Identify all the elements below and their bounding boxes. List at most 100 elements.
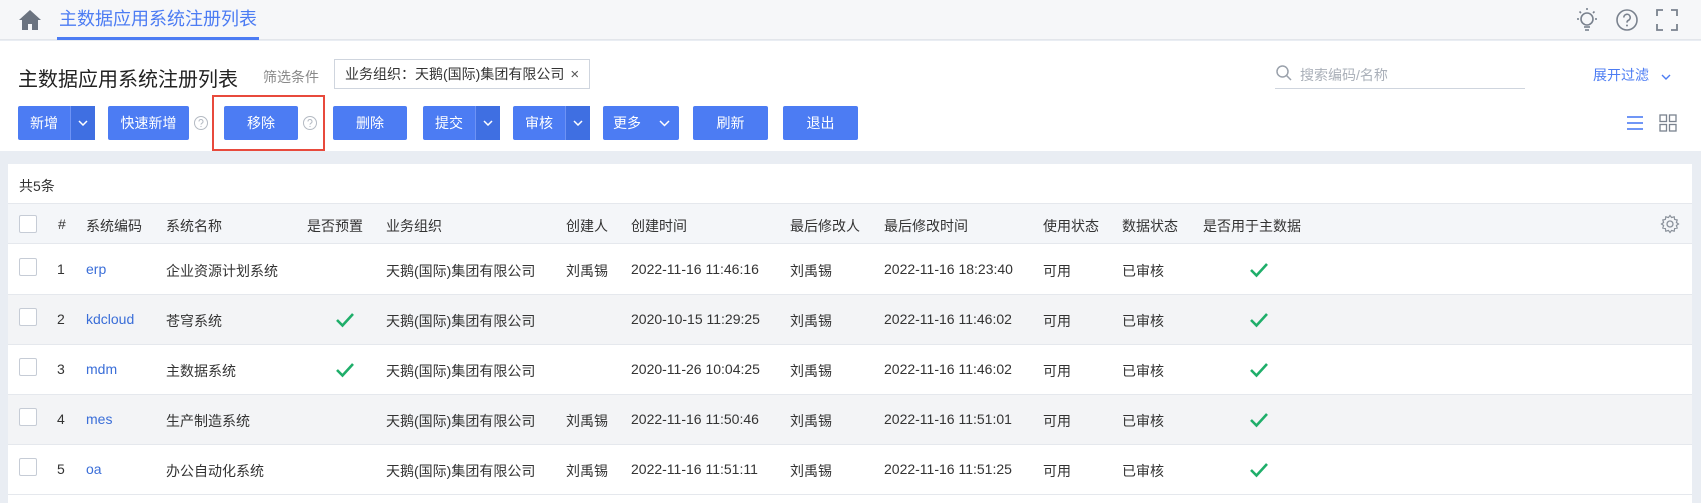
tab-system-registration[interactable]: 主数据应用系统注册列表 <box>57 0 259 40</box>
table-row[interactable]: 1 erp 企业资源计划系统 天鹅(国际)集团有限公司 刘禹锡 2022-11-16 11… <box>8 245 1692 295</box>
record-count: 共5条 <box>19 178 55 194</box>
expand-filter-label: 展开过滤 <box>1593 67 1649 83</box>
cell-created: 2020-10-15 11:29:25 <box>631 311 760 327</box>
chevron-down-icon[interactable] <box>70 106 95 140</box>
table-row[interactable]: 2 kdcloud 苍穹系统 天鹅(国际)集团有限公司 2020-10-15 11:29… <box>8 295 1692 345</box>
cell-modified: 2022-11-16 11:51:25 <box>884 461 1012 477</box>
help-icon[interactable] <box>1614 7 1640 33</box>
home-icon[interactable] <box>17 8 43 32</box>
cell-modifier: 刘禹锡 <box>790 313 832 329</box>
table-row[interactable]: 4 mes 生产制造系统 天鹅(国际)集团有限公司 刘禹锡 2022-11-16 11:5… <box>8 395 1692 445</box>
help-icon[interactable] <box>302 115 318 131</box>
row-checkbox[interactable] <box>19 358 37 376</box>
row-checkbox[interactable] <box>19 258 37 276</box>
gear-icon[interactable] <box>1660 214 1680 234</box>
filter-chip-text: 业务组织：天鹅(国际)集团有限公司 <box>345 66 565 82</box>
cell-code[interactable]: erp <box>86 261 106 277</box>
table-row[interactable]: 3 mdm 主数据系统 天鹅(国际)集团有限公司 2020-11-26 10:04:25… <box>8 345 1692 395</box>
quick-add-button[interactable]: 快速新增 <box>108 106 189 140</box>
cell-index: 4 <box>57 411 65 427</box>
table-header: # 系统编码 系统名称 是否预置 业务组织 创建人 创建时间 最后修改人 最后修… <box>8 203 1692 244</box>
header-preset[interactable]: 是否预置 <box>307 216 363 236</box>
cell-code[interactable]: mdm <box>86 361 117 377</box>
more-button-label: 更多 <box>613 115 641 131</box>
cell-modified: 2022-11-16 11:46:02 <box>884 311 1012 327</box>
row-checkbox[interactable] <box>19 408 37 426</box>
cell-code[interactable]: oa <box>86 461 102 477</box>
header-modified[interactable]: 最后修改时间 <box>884 216 968 236</box>
table-panel: 共5条 # 系统编码 系统名称 是否预置 业务组织 创建人 创建时间 最后修改人… <box>8 164 1692 503</box>
cell-data-status: 已审核 <box>1122 463 1164 479</box>
cell-use-status: 可用 <box>1043 463 1071 479</box>
exit-button[interactable]: 退出 <box>783 106 858 140</box>
cell-modified: 2022-11-16 18:23:40 <box>884 261 1013 277</box>
submit-button-label: 提交 <box>435 115 463 131</box>
chevron-down-icon[interactable] <box>475 106 500 140</box>
cell-modifier: 刘禹锡 <box>790 413 832 429</box>
header-for-master[interactable]: 是否用于主数据 <box>1203 216 1301 236</box>
cell-modifier: 刘禹锡 <box>790 363 832 379</box>
more-button[interactable]: 更多 <box>603 106 679 140</box>
cell-name: 生产制造系统 <box>166 413 250 429</box>
cell-name: 主数据系统 <box>166 363 236 379</box>
check-icon <box>1250 463 1268 478</box>
help-icon[interactable] <box>193 115 209 131</box>
cell-org: 天鹅(国际)集团有限公司 <box>386 463 536 479</box>
row-checkbox[interactable] <box>19 458 37 476</box>
grid-view-icon[interactable] <box>1658 113 1678 133</box>
header-use-status[interactable]: 使用状态 <box>1043 216 1099 236</box>
search-input[interactable]: 搜索编码/名称 <box>1275 59 1525 89</box>
cell-name: 苍穹系统 <box>166 313 222 329</box>
cell-data-status: 已审核 <box>1122 313 1164 329</box>
cell-index: 5 <box>57 461 65 477</box>
cell-code[interactable]: kdcloud <box>86 311 134 327</box>
header-name[interactable]: 系统名称 <box>166 216 222 236</box>
header-org[interactable]: 业务组织 <box>386 216 442 236</box>
chevron-down-icon <box>1661 74 1671 80</box>
add-button[interactable]: 新增 <box>18 106 95 140</box>
audit-button-label: 审核 <box>525 115 553 131</box>
delete-button[interactable]: 删除 <box>333 106 407 140</box>
refresh-button[interactable]: 刷新 <box>693 106 768 140</box>
cell-created: 2022-11-16 11:51:11 <box>631 461 758 477</box>
list-view-icon[interactable] <box>1625 113 1645 133</box>
cell-name: 企业资源计划系统 <box>166 263 278 279</box>
lightbulb-icon[interactable] <box>1574 7 1600 33</box>
cell-data-status: 已审核 <box>1122 263 1164 279</box>
check-icon <box>336 363 354 378</box>
cell-code[interactable]: mes <box>86 411 112 427</box>
row-checkbox[interactable] <box>19 308 37 326</box>
close-icon[interactable]: × <box>570 66 579 83</box>
submit-button[interactable]: 提交 <box>423 106 500 140</box>
cell-use-status: 可用 <box>1043 363 1071 379</box>
filter-chip[interactable]: 业务组织：天鹅(国际)集团有限公司 × <box>334 59 591 89</box>
chevron-down-icon[interactable] <box>565 106 590 140</box>
check-icon <box>1250 313 1268 328</box>
check-icon <box>1250 263 1268 278</box>
cell-created: 2022-11-16 11:46:16 <box>631 261 759 277</box>
header-code[interactable]: 系统编码 <box>86 216 142 236</box>
cell-org: 天鹅(国际)集团有限公司 <box>386 413 536 429</box>
cell-index: 3 <box>57 361 65 377</box>
top-tab-bar: 主数据应用系统注册列表 <box>0 0 1701 40</box>
header-modifier[interactable]: 最后修改人 <box>790 216 860 236</box>
cell-created: 2020-11-26 10:04:25 <box>631 361 760 377</box>
search-placeholder: 搜索编码/名称 <box>1300 67 1388 83</box>
expand-filter-button[interactable]: 展开过滤 <box>1593 65 1671 85</box>
page-title: 主数据应用系统注册列表 <box>18 69 238 91</box>
table-row[interactable]: 5 oa 办公自动化系统 天鹅(国际)集团有限公司 刘禹锡 2022-11-16 11:5… <box>8 445 1692 495</box>
cell-modifier: 刘禹锡 <box>790 463 832 479</box>
cell-use-status: 可用 <box>1043 263 1071 279</box>
remove-button[interactable]: 移除 <box>224 106 298 140</box>
cell-org: 天鹅(国际)集团有限公司 <box>386 363 536 379</box>
audit-button[interactable]: 审核 <box>513 106 590 140</box>
fullscreen-icon[interactable] <box>1654 7 1680 33</box>
header-created[interactable]: 创建时间 <box>631 216 687 236</box>
cell-index: 2 <box>57 311 65 327</box>
header-data-status[interactable]: 数据状态 <box>1122 216 1178 236</box>
cell-index: 1 <box>57 261 65 277</box>
chevron-down-icon <box>659 120 670 127</box>
select-all-checkbox[interactable] <box>19 215 37 233</box>
header-creator[interactable]: 创建人 <box>566 216 608 236</box>
cell-data-status: 已审核 <box>1122 413 1164 429</box>
